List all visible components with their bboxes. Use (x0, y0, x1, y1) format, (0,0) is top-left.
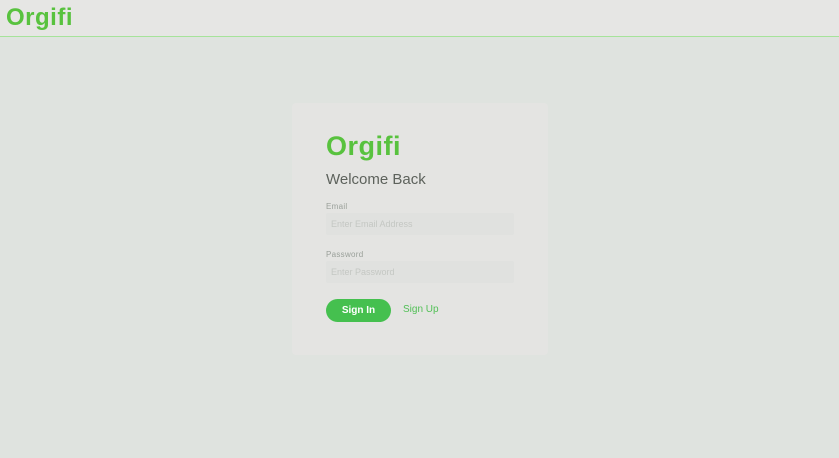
password-field[interactable] (326, 261, 514, 283)
welcome-heading: Welcome Back (326, 171, 426, 188)
header-logo[interactable]: Orgifi (6, 6, 73, 30)
email-label: Email (326, 202, 348, 211)
card-logo: Orgifi (326, 131, 401, 161)
top-navbar: Orgifi (0, 0, 839, 37)
password-label: Password (326, 250, 364, 259)
email-field[interactable] (326, 213, 514, 235)
sign-in-button[interactable]: Sign In (326, 299, 391, 322)
login-page: Orgifi Orgifi Welcome Back Email Passwor… (0, 0, 839, 458)
sign-up-link[interactable]: Sign Up (403, 304, 439, 315)
login-card: Orgifi Welcome Back Email Password Sign … (292, 103, 548, 355)
